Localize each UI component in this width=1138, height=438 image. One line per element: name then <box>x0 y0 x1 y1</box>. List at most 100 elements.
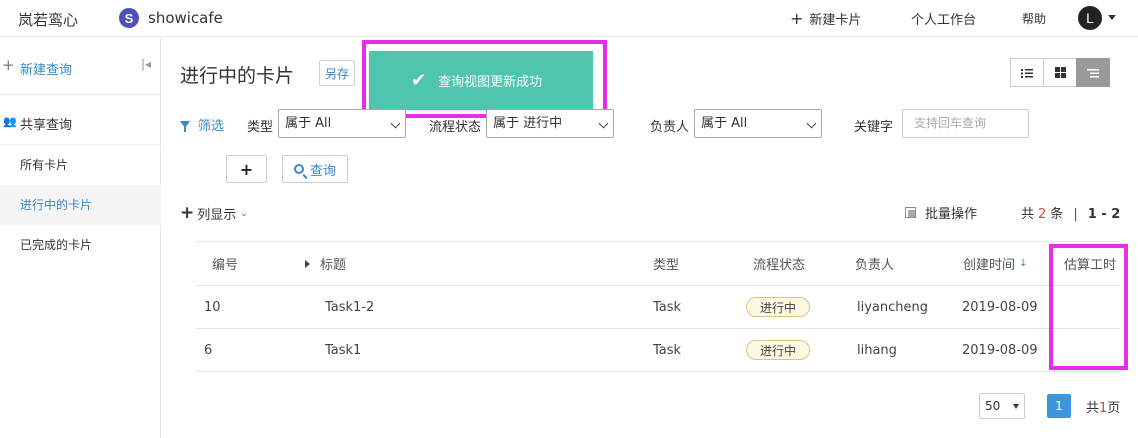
filter-link[interactable]: 筛选 <box>180 115 224 134</box>
estimate-column-highlight-box <box>1049 244 1128 370</box>
tree-view-button[interactable] <box>1076 58 1110 87</box>
project-switcher[interactable]: S showicafe <box>119 8 223 28</box>
plus-icon: + <box>239 159 254 179</box>
sort-down-icon: ↓ <box>1019 258 1028 269</box>
cell-owner: liyancheng <box>857 299 928 315</box>
header-status[interactable]: 流程状态 <box>753 242 805 285</box>
add-condition-button[interactable]: + <box>226 155 267 183</box>
shared-query-label: 共享查询 <box>20 118 73 133</box>
page-size-value: 50 <box>985 399 1001 413</box>
plus-icon: + <box>180 203 195 223</box>
cell-title[interactable]: Task1 <box>325 329 361 371</box>
page-size-select[interactable]: 50 <box>979 393 1025 419</box>
filter-label: 筛选 <box>198 119 225 134</box>
total-suffix: 页 <box>1107 401 1121 416</box>
cell-id: 6 <box>204 342 213 358</box>
grid-view-button[interactable] <box>1043 58 1077 87</box>
total-pages: 共1页 <box>1086 397 1120 416</box>
status-badge: 进行中 <box>746 340 811 360</box>
header-title[interactable]: 标题 <box>305 242 346 285</box>
table-row[interactable]: 10 Task1-2 Task 进行中 liyancheng 2019-08-0… <box>196 286 1120 329</box>
count-prefix: 共 <box>1021 207 1035 222</box>
batch-operation-label: 批量操作 <box>925 207 978 222</box>
new-query-label: 新建查询 <box>20 63 73 78</box>
total-prefix: 共 <box>1086 401 1100 416</box>
status-filter-label: 流程状态 <box>429 120 482 135</box>
chevron-down-icon <box>598 118 609 129</box>
page-title: 进行中的卡片 <box>180 65 295 87</box>
help-link[interactable]: 帮助 <box>1022 10 1046 27</box>
batch-operation-button[interactable]: 批量操作 <box>905 203 977 222</box>
brand-name[interactable]: 岚若鸾心 <box>18 9 78 30</box>
chevron-down-icon[interactable] <box>1108 15 1116 20</box>
cell-created: 2019-08-09 <box>962 342 1038 358</box>
cards-table: 编号 标题 类型 流程状态 负责人 创建时间 ↓ 估算工时 10 Task1-2… <box>196 241 1120 372</box>
chevron-down-icon: ⌄ <box>240 208 248 219</box>
query-button[interactable]: 查询 <box>282 155 348 183</box>
status-filter-select[interactable]: 属于 进行中 <box>486 109 614 138</box>
cell-owner: lihang <box>857 342 897 358</box>
header-id[interactable]: 编号 <box>212 242 238 285</box>
user-avatar[interactable]: L <box>1078 6 1102 30</box>
cell-status: 进行中 <box>746 286 811 328</box>
status-filter-value: 属于 进行中 <box>493 116 563 131</box>
users-icon: 👥 <box>3 115 17 128</box>
type-filter-select[interactable]: 属于 All <box>278 109 406 138</box>
batch-icon <box>905 207 916 218</box>
status-badge: 进行中 <box>746 297 811 317</box>
chevron-down-icon <box>390 118 401 129</box>
sidebar: + 新建查询 |◂ 👥 共享查询 所有卡片 进行中的卡片 已完成的卡片 <box>0 38 161 438</box>
cell-status: 进行中 <box>746 329 811 371</box>
chevron-down-icon <box>1013 404 1019 409</box>
toast-highlight-box <box>362 40 607 118</box>
type-filter-value: 属于 All <box>285 116 332 131</box>
sidebar-item-done[interactable]: 已完成的卡片 <box>0 225 161 265</box>
workbench-link[interactable]: 个人工作台 <box>911 9 976 28</box>
table-header-row: 编号 标题 类型 流程状态 负责人 创建时间 ↓ 估算工时 <box>196 242 1120 286</box>
shared-query-header: 👥 共享查询 <box>0 95 161 145</box>
cell-type: Task <box>653 299 682 315</box>
keyword-input[interactable]: 支持回车查询 <box>902 109 1029 138</box>
header-type[interactable]: 类型 <box>653 242 679 285</box>
count-separator: | <box>1073 207 1078 222</box>
plus-icon: + <box>2 56 15 74</box>
new-card-button[interactable]: + 新建卡片 <box>790 9 861 28</box>
cell-type: Task <box>653 342 682 358</box>
header-created-label: 创建时间 <box>963 258 1016 273</box>
column-display-dropdown[interactable]: + 列显示 ⌄ <box>180 203 248 224</box>
type-filter-label: 类型 <box>247 120 274 135</box>
header-title-label: 标题 <box>320 258 347 273</box>
save-as-button[interactable]: 另存 <box>319 60 355 86</box>
list-view-button[interactable] <box>1010 58 1044 87</box>
project-name: showicafe <box>148 9 223 27</box>
grid-icon <box>1054 67 1066 78</box>
caret-right-icon <box>305 259 310 268</box>
column-display-label: 列显示 <box>197 208 237 223</box>
keyword-label: 关键字 <box>854 120 894 135</box>
header-owner[interactable]: 负责人 <box>855 242 894 285</box>
owner-filter-value: 属于 All <box>701 116 748 131</box>
collapse-sidebar-icon[interactable]: |◂ <box>141 57 151 71</box>
filter-icon <box>180 121 190 132</box>
page-button-1[interactable]: 1 <box>1047 394 1071 418</box>
list-icon <box>1021 68 1033 78</box>
sidebar-item-in-progress[interactable]: 进行中的卡片 <box>0 185 161 225</box>
chevron-down-icon <box>806 118 817 129</box>
sidebar-item-all-cards[interactable]: 所有卡片 <box>0 145 161 185</box>
table-row[interactable]: 6 Task1 Task 进行中 lihang 2019-08-09 <box>196 329 1120 372</box>
new-query-button[interactable]: + 新建查询 |◂ <box>0 38 161 95</box>
project-logo-icon: S <box>119 8 139 28</box>
cell-title[interactable]: Task1-2 <box>325 286 374 328</box>
query-button-label: 查询 <box>309 163 336 179</box>
top-bar: 岚若鸾心 S showicafe + 新建卡片 个人工作台 帮助 L <box>0 0 1138 37</box>
search-icon <box>293 164 304 174</box>
cell-created: 2019-08-09 <box>962 299 1038 315</box>
record-count: 共 2 条 | 1 - 2 <box>1021 203 1120 222</box>
header-created[interactable]: 创建时间 ↓ <box>963 242 1027 285</box>
new-card-label: 新建卡片 <box>809 13 862 28</box>
owner-filter-select[interactable]: 属于 All <box>694 109 822 138</box>
owner-filter-label: 负责人 <box>650 120 690 135</box>
count-value: 2 <box>1038 207 1047 222</box>
view-switcher <box>1010 58 1110 87</box>
count-suffix: 条 <box>1050 207 1064 222</box>
